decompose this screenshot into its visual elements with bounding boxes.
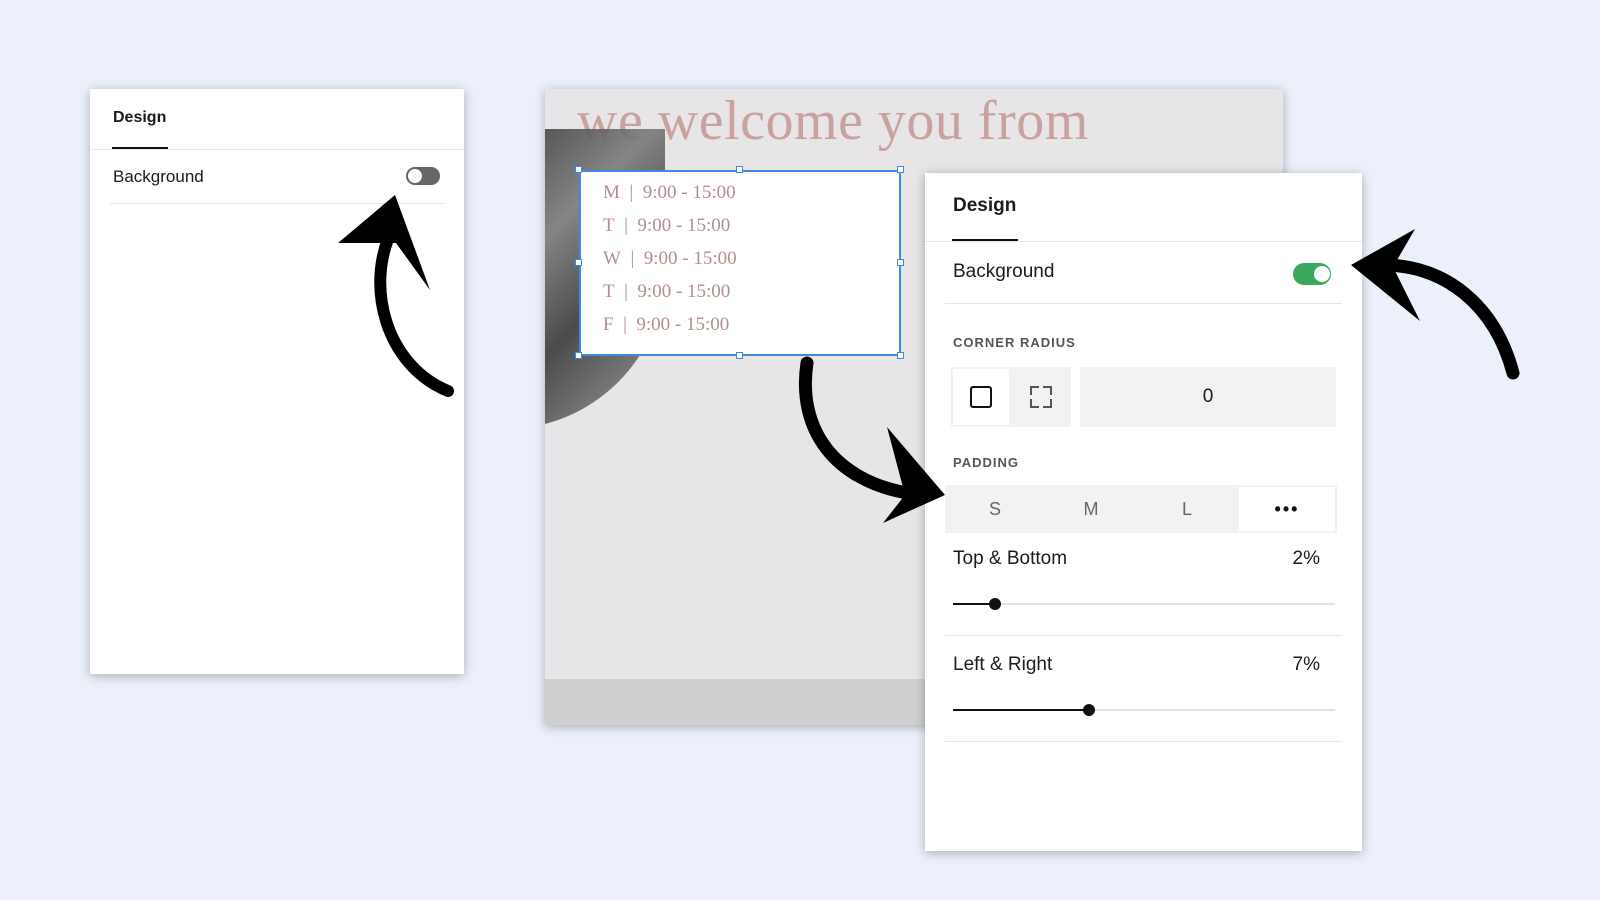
resize-handle[interactable] [575, 166, 582, 173]
square-corners-button[interactable] [953, 369, 1009, 425]
background-label: Background [113, 167, 204, 186]
hours-time: 9:00 - 15:00 [636, 314, 730, 335]
divider [925, 241, 1362, 242]
hours-row: M | 9:00 - 15:00 [603, 182, 736, 203]
toggle-knob [408, 169, 422, 183]
hours-day: M [603, 182, 620, 203]
padding-size-group: S M L ••• [945, 485, 1337, 533]
divider [945, 635, 1342, 636]
top-bottom-label: Top & Bottom [953, 548, 1068, 569]
design-panel-after: Design Background CORNER RADIUS 0 PADDIN… [925, 173, 1362, 851]
background-toggle[interactable] [1293, 263, 1331, 285]
hours-time: 9:00 - 15:00 [642, 182, 736, 203]
divider [90, 149, 464, 150]
top-bottom-slider[interactable] [953, 597, 1335, 611]
opening-hours-text-block[interactable]: M | 9:00 - 15:00 T | 9:00 - 15:00 W | 9:… [579, 170, 901, 356]
resize-handle[interactable] [575, 352, 582, 359]
padding-custom-button[interactable]: ••• [1239, 487, 1335, 531]
toggle-knob [1314, 266, 1330, 282]
hours-day: W [603, 248, 621, 269]
curved-arrow-icon [799, 356, 945, 523]
hours-row: F | 9:00 - 15:00 [603, 314, 730, 335]
hours-time: 9:00 - 15:00 [637, 215, 731, 236]
resize-handle[interactable] [736, 166, 743, 173]
padding-label: PADDING [953, 455, 1019, 470]
padding-small-button[interactable]: S [947, 487, 1043, 531]
hours-row: T | 9:00 - 15:00 [603, 215, 731, 236]
resize-handle[interactable] [575, 259, 582, 266]
slider-fill [953, 709, 1089, 711]
curved-arrow-icon [338, 195, 454, 397]
hours-day: F [603, 314, 614, 335]
independent-corners-button[interactable] [1013, 369, 1069, 425]
resize-handle[interactable] [897, 166, 904, 173]
corner-mode-group [951, 367, 1071, 427]
square-corners-icon [970, 386, 992, 408]
resize-handle[interactable] [736, 352, 743, 359]
left-right-value: 7% [1292, 654, 1320, 675]
hours-day: T [603, 281, 615, 302]
corner-radius-input[interactable]: 0 [1080, 367, 1336, 427]
background-toggle[interactable] [406, 167, 440, 185]
hours-day: T [603, 215, 615, 236]
padding-medium-button[interactable]: M [1043, 487, 1139, 531]
top-bottom-value: 2% [1292, 548, 1320, 569]
tab-design[interactable]: Design [953, 195, 1016, 217]
hours-row: T | 9:00 - 15:00 [603, 281, 731, 302]
slider-thumb[interactable] [1082, 704, 1095, 716]
slider-track [953, 603, 1335, 605]
left-right-label: Left & Right [953, 654, 1053, 675]
background-label: Background [953, 261, 1055, 282]
curved-arrow-icon [1351, 229, 1520, 380]
resize-handle[interactable] [897, 259, 904, 266]
corner-radius-label: CORNER RADIUS [953, 335, 1076, 350]
tab-design[interactable]: Design [113, 109, 166, 127]
hours-row: W | 9:00 - 15:00 [603, 248, 737, 269]
divider [945, 303, 1342, 304]
divider [945, 741, 1342, 742]
padding-large-button[interactable]: L [1139, 487, 1235, 531]
hours-time: 9:00 - 15:00 [643, 248, 737, 269]
slider-thumb[interactable] [989, 598, 1002, 610]
left-right-slider[interactable] [953, 703, 1335, 717]
hours-time: 9:00 - 15:00 [637, 281, 731, 302]
independent-corners-icon [1030, 386, 1052, 408]
